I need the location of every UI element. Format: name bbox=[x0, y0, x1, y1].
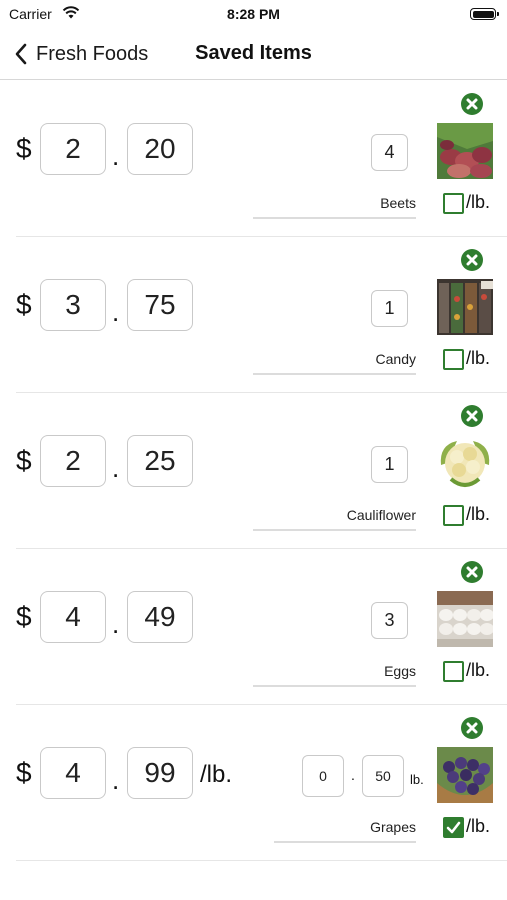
close-icon bbox=[466, 722, 478, 734]
weight-whole-field[interactable]: 0 bbox=[302, 755, 344, 797]
item-name: Cauliflower bbox=[346, 507, 416, 523]
per-lb-checkbox[interactable] bbox=[443, 817, 464, 838]
row-divider bbox=[16, 860, 507, 861]
quantity-field[interactable]: 1 bbox=[371, 290, 408, 327]
price-dollars-field[interactable]: 4 bbox=[40, 591, 106, 643]
remove-item-button[interactable] bbox=[461, 405, 483, 427]
price-cents-field[interactable]: 20 bbox=[127, 123, 193, 175]
weight-unit-label: lb. bbox=[410, 772, 424, 787]
price-cents-field[interactable]: 75 bbox=[127, 279, 193, 331]
battery-icon bbox=[470, 8, 499, 20]
checkmark-icon bbox=[446, 821, 461, 834]
remove-item-button[interactable] bbox=[461, 561, 483, 583]
name-underline bbox=[253, 685, 416, 687]
per-lb-checkbox[interactable] bbox=[443, 661, 464, 682]
remove-item-button[interactable] bbox=[461, 249, 483, 271]
item-name: Beets bbox=[380, 195, 416, 211]
price-cents-field[interactable]: 25 bbox=[127, 435, 193, 487]
name-underline bbox=[253, 217, 416, 219]
per-lb-label: /lb. bbox=[466, 816, 491, 836]
navigation-bar: Fresh Foods Saved Items bbox=[0, 30, 507, 80]
currency-symbol: $ bbox=[16, 601, 32, 632]
price-dollars-field[interactable]: 3 bbox=[40, 279, 106, 331]
name-underline bbox=[253, 529, 416, 531]
clock: 8:28 PM bbox=[227, 6, 280, 22]
saved-item-row-eggs: $ 4 . 49 3 Eggs /lb. bbox=[0, 549, 507, 705]
item-photo-cauliflower bbox=[437, 435, 493, 491]
price-dollars-field[interactable]: 2 bbox=[40, 123, 106, 175]
remove-item-button[interactable] bbox=[461, 717, 483, 739]
item-photo-beets bbox=[437, 123, 493, 179]
decimal-point: . bbox=[112, 297, 120, 327]
decimal-point: . bbox=[112, 453, 120, 483]
item-name: Eggs bbox=[384, 663, 416, 679]
quantity-field[interactable]: 3 bbox=[371, 602, 408, 639]
close-icon bbox=[466, 410, 478, 422]
currency-symbol: $ bbox=[16, 289, 32, 320]
item-name: Grapes bbox=[370, 819, 416, 835]
price-cents-field[interactable]: 99 bbox=[127, 747, 193, 799]
decimal-point: . bbox=[112, 765, 120, 795]
item-photo-candy bbox=[437, 279, 493, 335]
close-icon bbox=[466, 254, 478, 266]
item-name: Candy bbox=[375, 351, 416, 367]
per-lb-checkbox[interactable] bbox=[443, 505, 464, 526]
per-lb-checkbox[interactable] bbox=[443, 349, 464, 370]
item-photo-eggs bbox=[437, 591, 493, 647]
price-cents-field[interactable]: 49 bbox=[127, 591, 193, 643]
currency-symbol: $ bbox=[16, 133, 32, 164]
currency-symbol: $ bbox=[16, 757, 32, 788]
saved-item-row-grapes: $ 4 . 99 /lb. 0 . 50 lb. Grapes /lb. bbox=[0, 705, 507, 861]
quantity-field[interactable]: 1 bbox=[371, 446, 408, 483]
remove-item-button[interactable] bbox=[461, 93, 483, 115]
currency-symbol: $ bbox=[16, 445, 32, 476]
status-bar: Carrier 8:28 PM bbox=[0, 0, 507, 30]
name-underline bbox=[253, 373, 416, 375]
item-photo-grapes bbox=[437, 747, 493, 803]
close-icon bbox=[466, 566, 478, 578]
per-lb-label: /lb. bbox=[466, 504, 491, 524]
page-title: Saved Items bbox=[195, 42, 312, 64]
per-lb-label: /lb. bbox=[466, 192, 491, 212]
price-dollars-field[interactable]: 4 bbox=[40, 747, 106, 799]
weight-decimal-point: . bbox=[351, 767, 355, 783]
name-underline bbox=[274, 841, 416, 843]
per-lb-label: /lb. bbox=[466, 660, 491, 680]
weight-fraction-field[interactable]: 50 bbox=[362, 755, 404, 797]
saved-item-row-cauliflower: $ 2 . 25 1 Cauliflower /lb. bbox=[0, 393, 507, 549]
decimal-point: . bbox=[112, 609, 120, 639]
per-lb-label: /lb. bbox=[466, 348, 491, 368]
decimal-point: . bbox=[112, 141, 120, 171]
saved-item-row-candy: $ 3 . 75 1 Candy /lb. bbox=[0, 237, 507, 393]
price-dollars-field[interactable]: 2 bbox=[40, 435, 106, 487]
saved-item-row-beets: $ 2 . 20 4 Beets /lb. bbox=[0, 81, 507, 237]
price-per-lb-label: /lb. bbox=[200, 761, 233, 788]
per-lb-checkbox[interactable] bbox=[443, 193, 464, 214]
quantity-field[interactable]: 4 bbox=[371, 134, 408, 171]
close-icon bbox=[466, 98, 478, 110]
